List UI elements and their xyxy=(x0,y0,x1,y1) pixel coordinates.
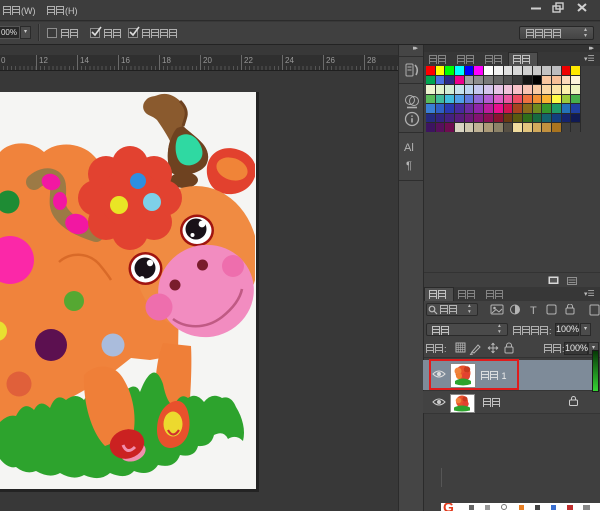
svg-text:T: T xyxy=(530,305,537,316)
